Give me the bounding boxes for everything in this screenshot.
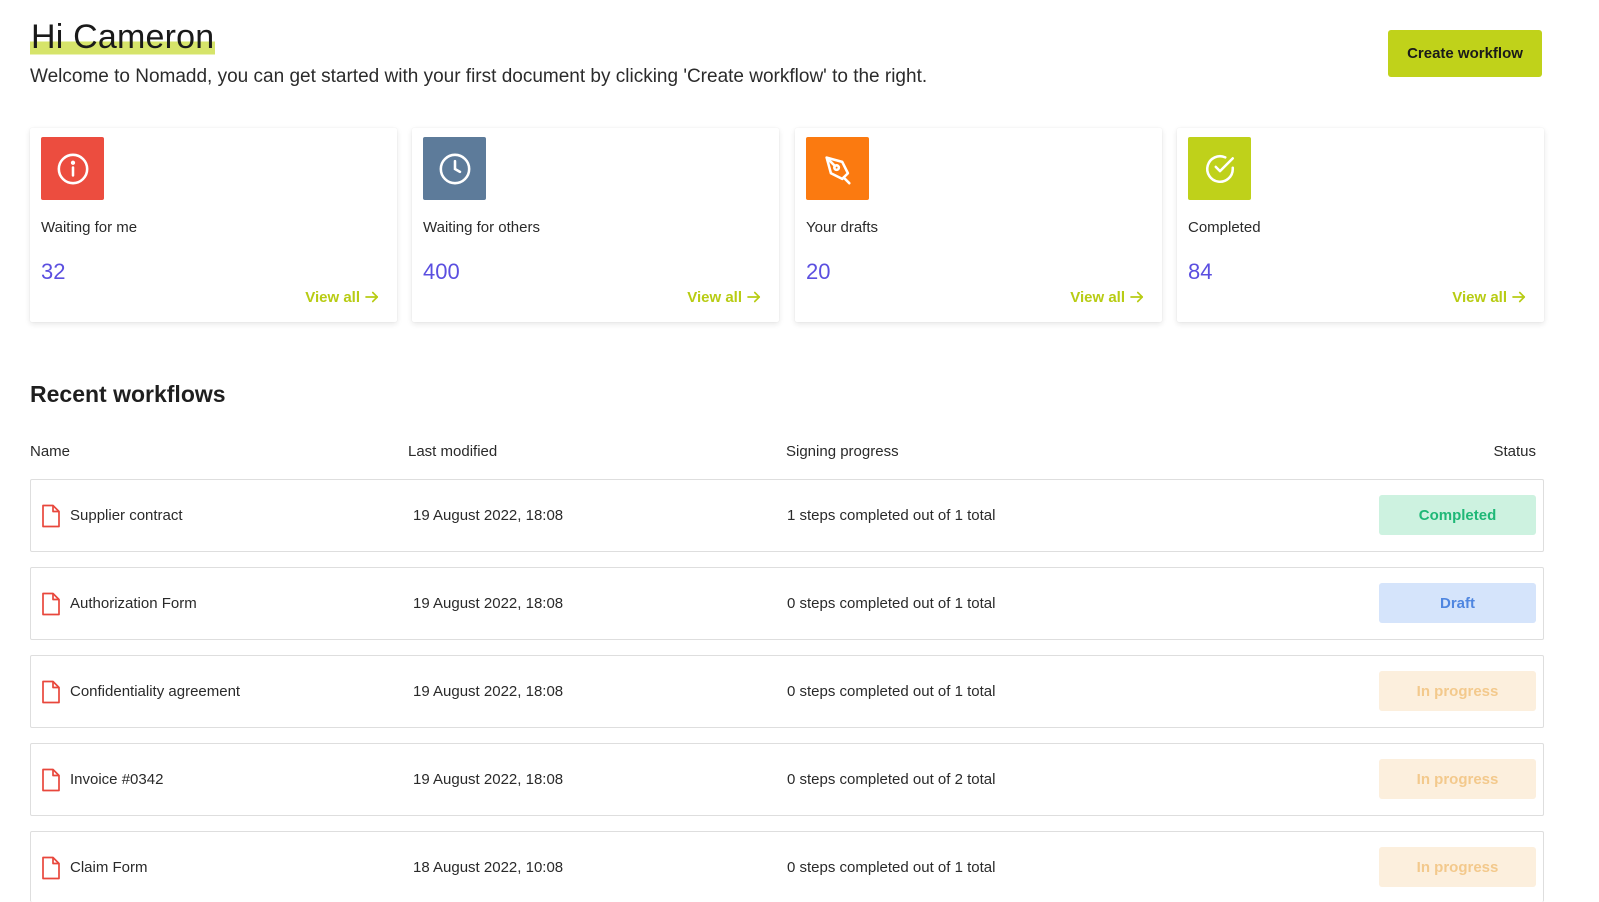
arrow-right-icon <box>1512 291 1526 303</box>
column-header-status: Status <box>1493 443 1536 460</box>
card-waiting-for-others: Waiting for others 400 View all <box>412 128 779 322</box>
file-icon <box>42 856 60 880</box>
table-row[interactable]: Supplier contract 19 August 2022, 18:08 … <box>30 479 1544 552</box>
check-circle-icon <box>1188 137 1251 200</box>
create-workflow-button[interactable]: Create workflow <box>1388 30 1542 77</box>
card-label: Waiting for others <box>423 219 540 236</box>
card-waiting-for-me: Waiting for me 32 View all <box>30 128 397 322</box>
workflow-progress: 1 steps completed out of 1 total <box>787 507 996 524</box>
workflow-name: Invoice #0342 <box>70 771 164 788</box>
workflow-progress: 0 steps completed out of 1 total <box>787 859 996 876</box>
view-all-link[interactable]: View all <box>687 288 763 306</box>
workflow-date: 19 August 2022, 18:08 <box>413 595 564 612</box>
workflow-progress: 0 steps completed out of 2 total <box>787 771 996 788</box>
workflow-name: Confidentiality agreement <box>70 683 241 700</box>
table-header: Name Last modified Signing progress Stat… <box>30 443 1543 463</box>
file-icon <box>42 504 60 528</box>
file-icon <box>42 680 60 704</box>
view-all-label: View all <box>1452 288 1507 306</box>
workflow-name: Supplier contract <box>70 507 183 524</box>
workflow-date: 19 August 2022, 18:08 <box>413 507 564 524</box>
arrow-right-icon <box>1130 291 1144 303</box>
card-your-drafts: Your drafts 20 View all <box>795 128 1162 322</box>
view-all-label: View all <box>305 288 360 306</box>
pen-tool-icon <box>806 137 869 200</box>
table-row[interactable]: Authorization Form 19 August 2022, 18:08… <box>30 567 1544 640</box>
info-icon <box>41 137 104 200</box>
greeting-text: Hi Cameron <box>30 18 216 56</box>
greeting-heading: Hi Cameron <box>30 18 216 57</box>
stat-cards: Waiting for me 32 View all Waiting for o… <box>30 128 1545 322</box>
status-badge: In progress <box>1379 759 1536 799</box>
workflow-date: 19 August 2022, 18:08 <box>413 683 564 700</box>
card-count: 32 <box>41 259 66 284</box>
card-count: 400 <box>423 259 460 284</box>
card-count: 20 <box>806 259 831 284</box>
view-all-link[interactable]: View all <box>1070 288 1146 306</box>
status-badge: In progress <box>1379 671 1536 711</box>
table-row[interactable]: Invoice #0342 19 August 2022, 18:08 0 st… <box>30 743 1544 816</box>
dashboard-page: Hi Cameron Welcome to Nomadd, you can ge… <box>0 0 1599 902</box>
view-all-label: View all <box>1070 288 1125 306</box>
arrow-right-icon <box>365 291 379 303</box>
workflow-progress: 0 steps completed out of 1 total <box>787 595 996 612</box>
status-badge: Completed <box>1379 495 1536 535</box>
table-row[interactable]: Confidentiality agreement 19 August 2022… <box>30 655 1544 728</box>
file-icon <box>42 592 60 616</box>
recent-workflows-title: Recent workflows <box>30 381 226 407</box>
card-label: Waiting for me <box>41 219 138 236</box>
workflow-progress: 0 steps completed out of 1 total <box>787 683 996 700</box>
card-label: Your drafts <box>806 219 878 236</box>
status-badge: In progress <box>1379 847 1536 887</box>
card-label: Completed <box>1188 219 1261 236</box>
file-icon <box>42 768 60 792</box>
workflow-date: 19 August 2022, 18:08 <box>413 771 564 788</box>
card-count: 84 <box>1188 259 1213 284</box>
arrow-right-icon <box>747 291 761 303</box>
column-header-signing-progress: Signing progress <box>786 443 899 460</box>
workflow-date: 18 August 2022, 10:08 <box>413 859 564 876</box>
status-badge: Draft <box>1379 583 1536 623</box>
view-all-link[interactable]: View all <box>1452 288 1528 306</box>
table-row[interactable]: Claim Form 18 August 2022, 10:08 0 steps… <box>30 831 1544 902</box>
view-all-label: View all <box>687 288 742 306</box>
card-completed: Completed 84 View all <box>1177 128 1544 322</box>
workflow-name: Claim Form <box>70 859 148 876</box>
workflow-name: Authorization Form <box>70 595 197 612</box>
welcome-message: Welcome to Nomadd, you can get started w… <box>30 66 928 87</box>
view-all-link[interactable]: View all <box>305 288 381 306</box>
column-header-last-modified: Last modified <box>408 443 498 460</box>
clock-icon <box>423 137 486 200</box>
column-header-name: Name <box>30 443 71 460</box>
